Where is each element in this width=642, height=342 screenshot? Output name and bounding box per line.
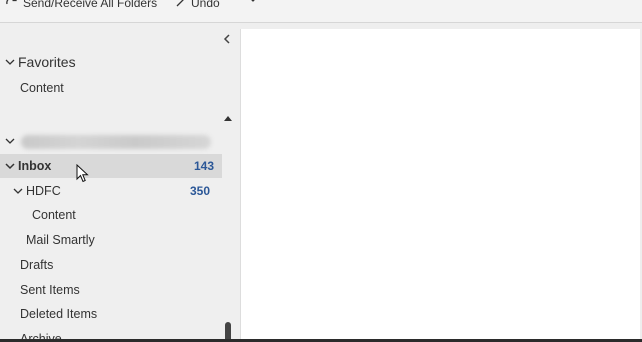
folder-hdfc-label: HDFC [26,184,61,198]
mouse-cursor-icon [76,164,89,183]
chevron-down-icon [5,59,15,65]
reading-pane [240,29,640,342]
chevron-down-icon [5,138,15,144]
hdfc-unread-count: 350 [189,184,210,198]
undo-dropdown-button[interactable] [248,0,258,4]
favorites-header[interactable]: Favorites [4,50,76,74]
sync-icon [6,0,17,5]
folder-content-label: Content [32,208,76,222]
chevron-down-icon [251,0,255,2]
favorites-item-content[interactable]: Content [20,76,64,100]
toolbar: Send/Receive All Folders Undo [0,0,642,22]
send-receive-button[interactable]: Send/Receive All Folders [4,0,157,10]
favorites-item-label: Content [20,81,64,95]
folder-drafts[interactable]: Drafts [20,253,53,277]
undo-icon [176,0,184,7]
folder-sent-items[interactable]: Sent Items [20,278,80,302]
collapse-pane-icon[interactable] [221,33,233,45]
folder-pane: Favorites Content Inbox 143 HDFC 350 Con… [0,23,240,342]
folder-deleted-items[interactable]: Deleted Items [20,302,97,326]
undo-label: Undo [191,0,220,10]
folder-inbox[interactable]: Inbox 143 [0,154,222,178]
folder-mail-smartly-label: Mail Smartly [26,233,95,247]
undo-button[interactable]: Undo [174,0,220,10]
chevron-down-icon [5,163,15,170]
account-email [21,135,211,149]
folder-hdfc-content[interactable]: Content [32,203,76,227]
chevron-down-icon [13,188,23,194]
folder-inbox-label: Inbox [18,159,52,173]
folder-hdfc[interactable]: HDFC 350 [12,179,210,203]
folder-mail-smartly[interactable]: Mail Smartly [26,228,95,252]
favorites-label: Favorites [18,54,76,70]
send-receive-label: Send/Receive All Folders [23,0,158,10]
folder-drafts-label: Drafts [20,258,54,272]
inbox-unread-count: 143 [193,159,214,173]
folder-deleted-items-label: Deleted Items [20,307,98,321]
folder-sent-items-label: Sent Items [20,283,80,297]
scroll-up-icon[interactable] [222,113,234,123]
